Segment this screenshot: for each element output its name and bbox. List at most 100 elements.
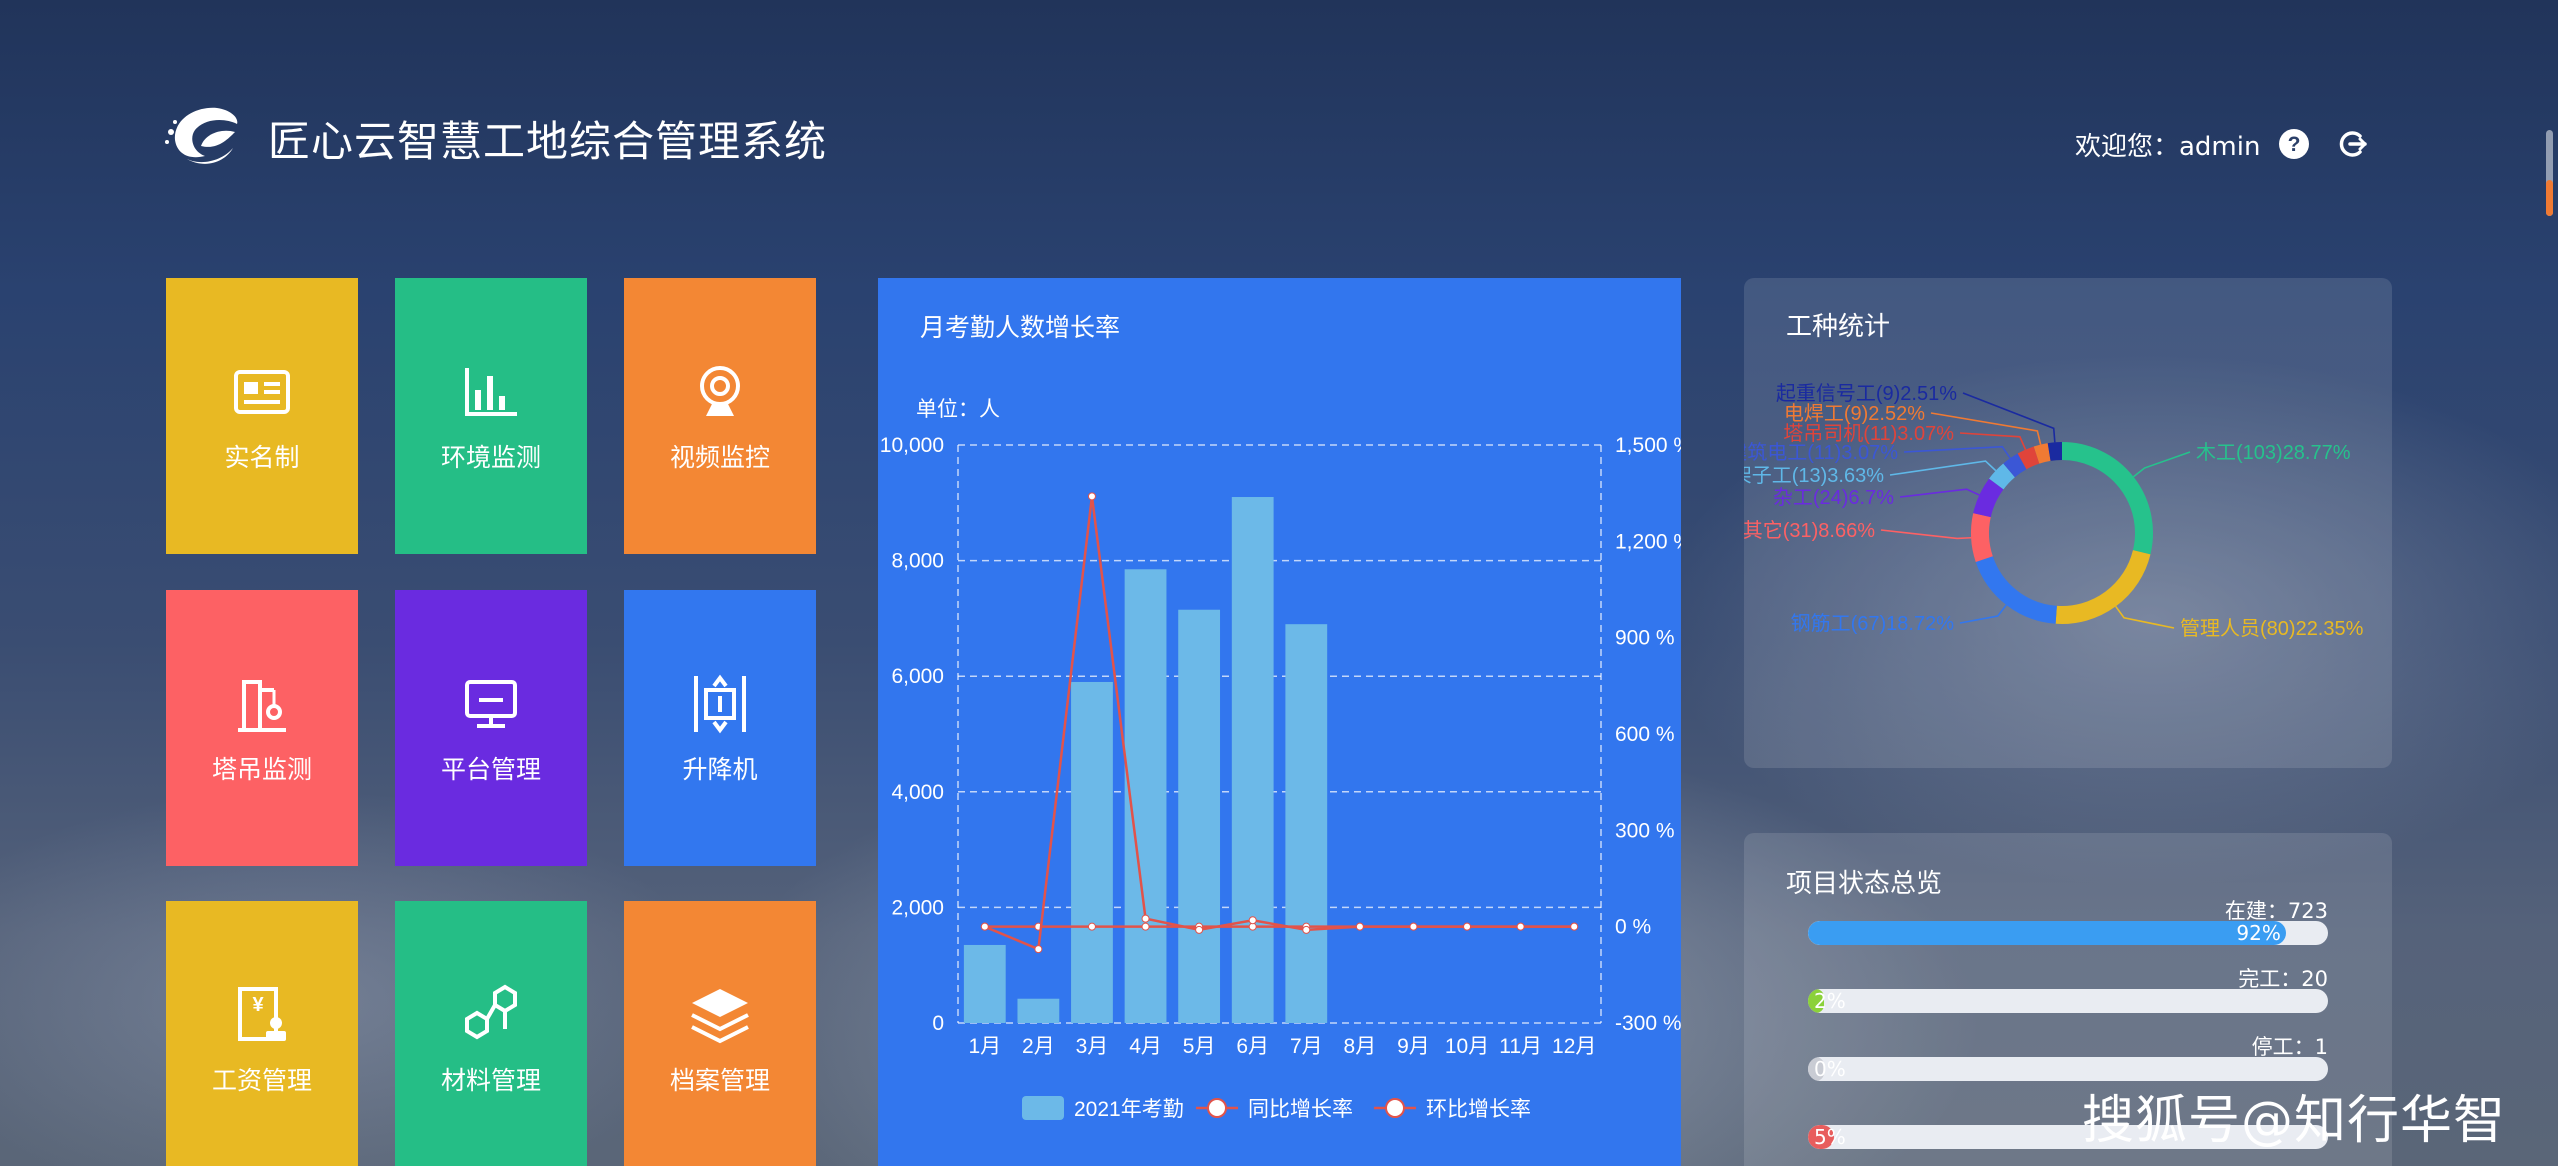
donut-slice-label: 管理人员(80)22.35% [2180,617,2364,640]
module-tile-real-name[interactable]: 实名制 [166,278,358,554]
chart-bar [1071,681,1113,1023]
module-tile-materials[interactable]: 材料管理 [395,901,587,1166]
y-right-tick-label: 1,500 % [1615,434,1681,457]
x-tick-label: 10月 [1445,1035,1489,1058]
status-percent: 0% [1814,1057,1846,1081]
tower-crane-icon [238,680,286,732]
donut-label-line [1880,529,1972,540]
module-tile-video[interactable]: 视频监控 [624,278,816,554]
x-tick-label: 11月 [1499,1035,1542,1058]
y-left-tick-label: 0 [932,1012,944,1035]
x-tick-label: 3月 [1076,1035,1109,1058]
status-percent: 5% [1814,1125,1846,1149]
x-tick-label: 4月 [1129,1035,1162,1058]
module-label: 环境监测 [440,443,541,472]
attendance-chart-panel: 月考勤人数增长率 单位：人 0 2,000 4,000 6,000 8,000 10,000 -… [878,278,1681,1166]
chart-unit-label: 单位：人 [916,398,1000,421]
donut-label-line [1889,460,1997,476]
x-tick-label: 12月 [1552,1035,1596,1058]
donut-slice [1973,478,2004,518]
page-title: 匠心云智慧工地综合管理系统 [268,117,828,166]
donut-slice [2017,446,2040,470]
header: 匠心云智慧工地综合管理系统 欢迎您：admin ? [0,0,2558,200]
module-tile-elevator[interactable]: 升降机 [624,590,816,866]
chart-point [1087,492,1096,501]
module-tile-archives[interactable]: 档案管理 [624,901,816,1166]
chart-point [1141,922,1150,931]
salary-icon: ¥ [238,987,286,1041]
donut-slice [2003,453,2027,478]
watermark-text: 搜狐号@知行华智 [2082,1091,2507,1151]
chart-bar [963,944,1006,1023]
donut-slice [1989,463,2016,490]
donut-slice-label: 木工(103)28.77% [2196,441,2351,464]
legend-marker [1207,1098,1227,1118]
legend-label: 环比增长率 [1426,1098,1531,1121]
chart-point [1409,922,1418,931]
chart-title: 月考勤人数增长率 [920,314,1120,342]
x-tick-label: 6月 [1236,1035,1269,1058]
donut-slice [2055,549,2151,624]
bar-chart-icon [465,368,517,416]
module-label: 视频监控 [669,443,770,472]
module-label: 实名制 [224,443,300,472]
chart-bar [1178,609,1221,1023]
y-left-tick-label: 8,000 [891,550,944,573]
donut-slice-label: 杂工(24)6.7% [1773,486,1894,509]
module-label: 塔吊监测 [211,755,312,784]
chart-point [1248,916,1257,925]
work-type-donut-chart: 工种统计木工(103)28.77% 管理人员(80)22.35% 钢筋工(67)18… [1744,311,2364,640]
y-right-tick-label: 600 % [1615,723,1675,746]
chart-point [1034,945,1043,954]
elevator-icon [694,674,746,734]
svg-text:¥: ¥ [252,994,264,1016]
chart-point [1570,922,1579,931]
logout-icon[interactable] [2336,128,2368,160]
x-tick-label: 7月 [1290,1035,1323,1058]
donut-slice [2033,443,2051,464]
donut-slice-label: 架子工(13)3.63% [1744,464,1884,487]
status-row: 完工：20 2% [1808,963,2328,1015]
chart-point [1355,922,1364,931]
help-icon[interactable]: ? [2278,128,2310,160]
legend-swatch [1022,1096,1064,1120]
legend-label: 同比增长率 [1248,1098,1353,1121]
module-label: 平台管理 [440,755,541,784]
donut-slice-label: 塔吊司机(11)3.07% [1783,422,1954,445]
x-tick-label: 2月 [1022,1035,1055,1058]
donut-label-line [1903,445,2011,459]
donut-label-line [1899,488,1980,498]
x-tick-label: 5月 [1183,1035,1216,1058]
module-tile-environment[interactable]: 环境监测 [395,278,587,554]
donut-slice-label: 钢筋工(67)18.72% [1791,612,1955,635]
legend-marker [1385,1098,1405,1118]
svg-text:?: ? [2288,133,2301,156]
module-tile-salary[interactable]: ¥ 工资管理 [166,901,358,1166]
chart-point [1516,922,1525,931]
module-label: 升降机 [682,755,758,784]
y-left-tick-label: 2,000 [891,896,944,919]
status-row: 停工：1 0% [1808,1031,2328,1083]
chart-bar [1017,998,1060,1023]
chart-point [1141,914,1150,923]
module-tile-tower-crane[interactable]: 塔吊监测 [166,590,358,866]
welcome-text: 欢迎您：admin [2075,132,2261,162]
x-tick-label: 8月 [1344,1035,1377,1058]
module-tile-platform[interactable]: 平台管理 [395,590,587,866]
donut-slice [2061,442,2153,555]
attendance-chart: 月考勤人数增长率单位：人 0 2,000 4,000 6,000 8,000 10,000 -… [880,314,1681,1121]
y-right-tick-label: 300 % [1615,819,1675,842]
chart-point [1302,925,1311,934]
chart-point [1087,922,1096,931]
monitor-icon [465,680,517,728]
y-left-tick-label: 6,000 [891,665,944,688]
scrollbar-thumb[interactable] [2546,180,2553,216]
chart-point [1463,922,1472,931]
donut-slice [1975,555,2058,624]
module-label: 工资管理 [211,1066,312,1095]
chart-point [980,922,989,931]
donut-slice-label: 起重信号工(9)2.51% [1776,382,1957,405]
status-row: 在建：723 92% [1808,895,2328,947]
donut-slice-label: 其它(31)8.66% [1744,519,1875,542]
y-left-tick-label: 10,000 [880,434,944,457]
